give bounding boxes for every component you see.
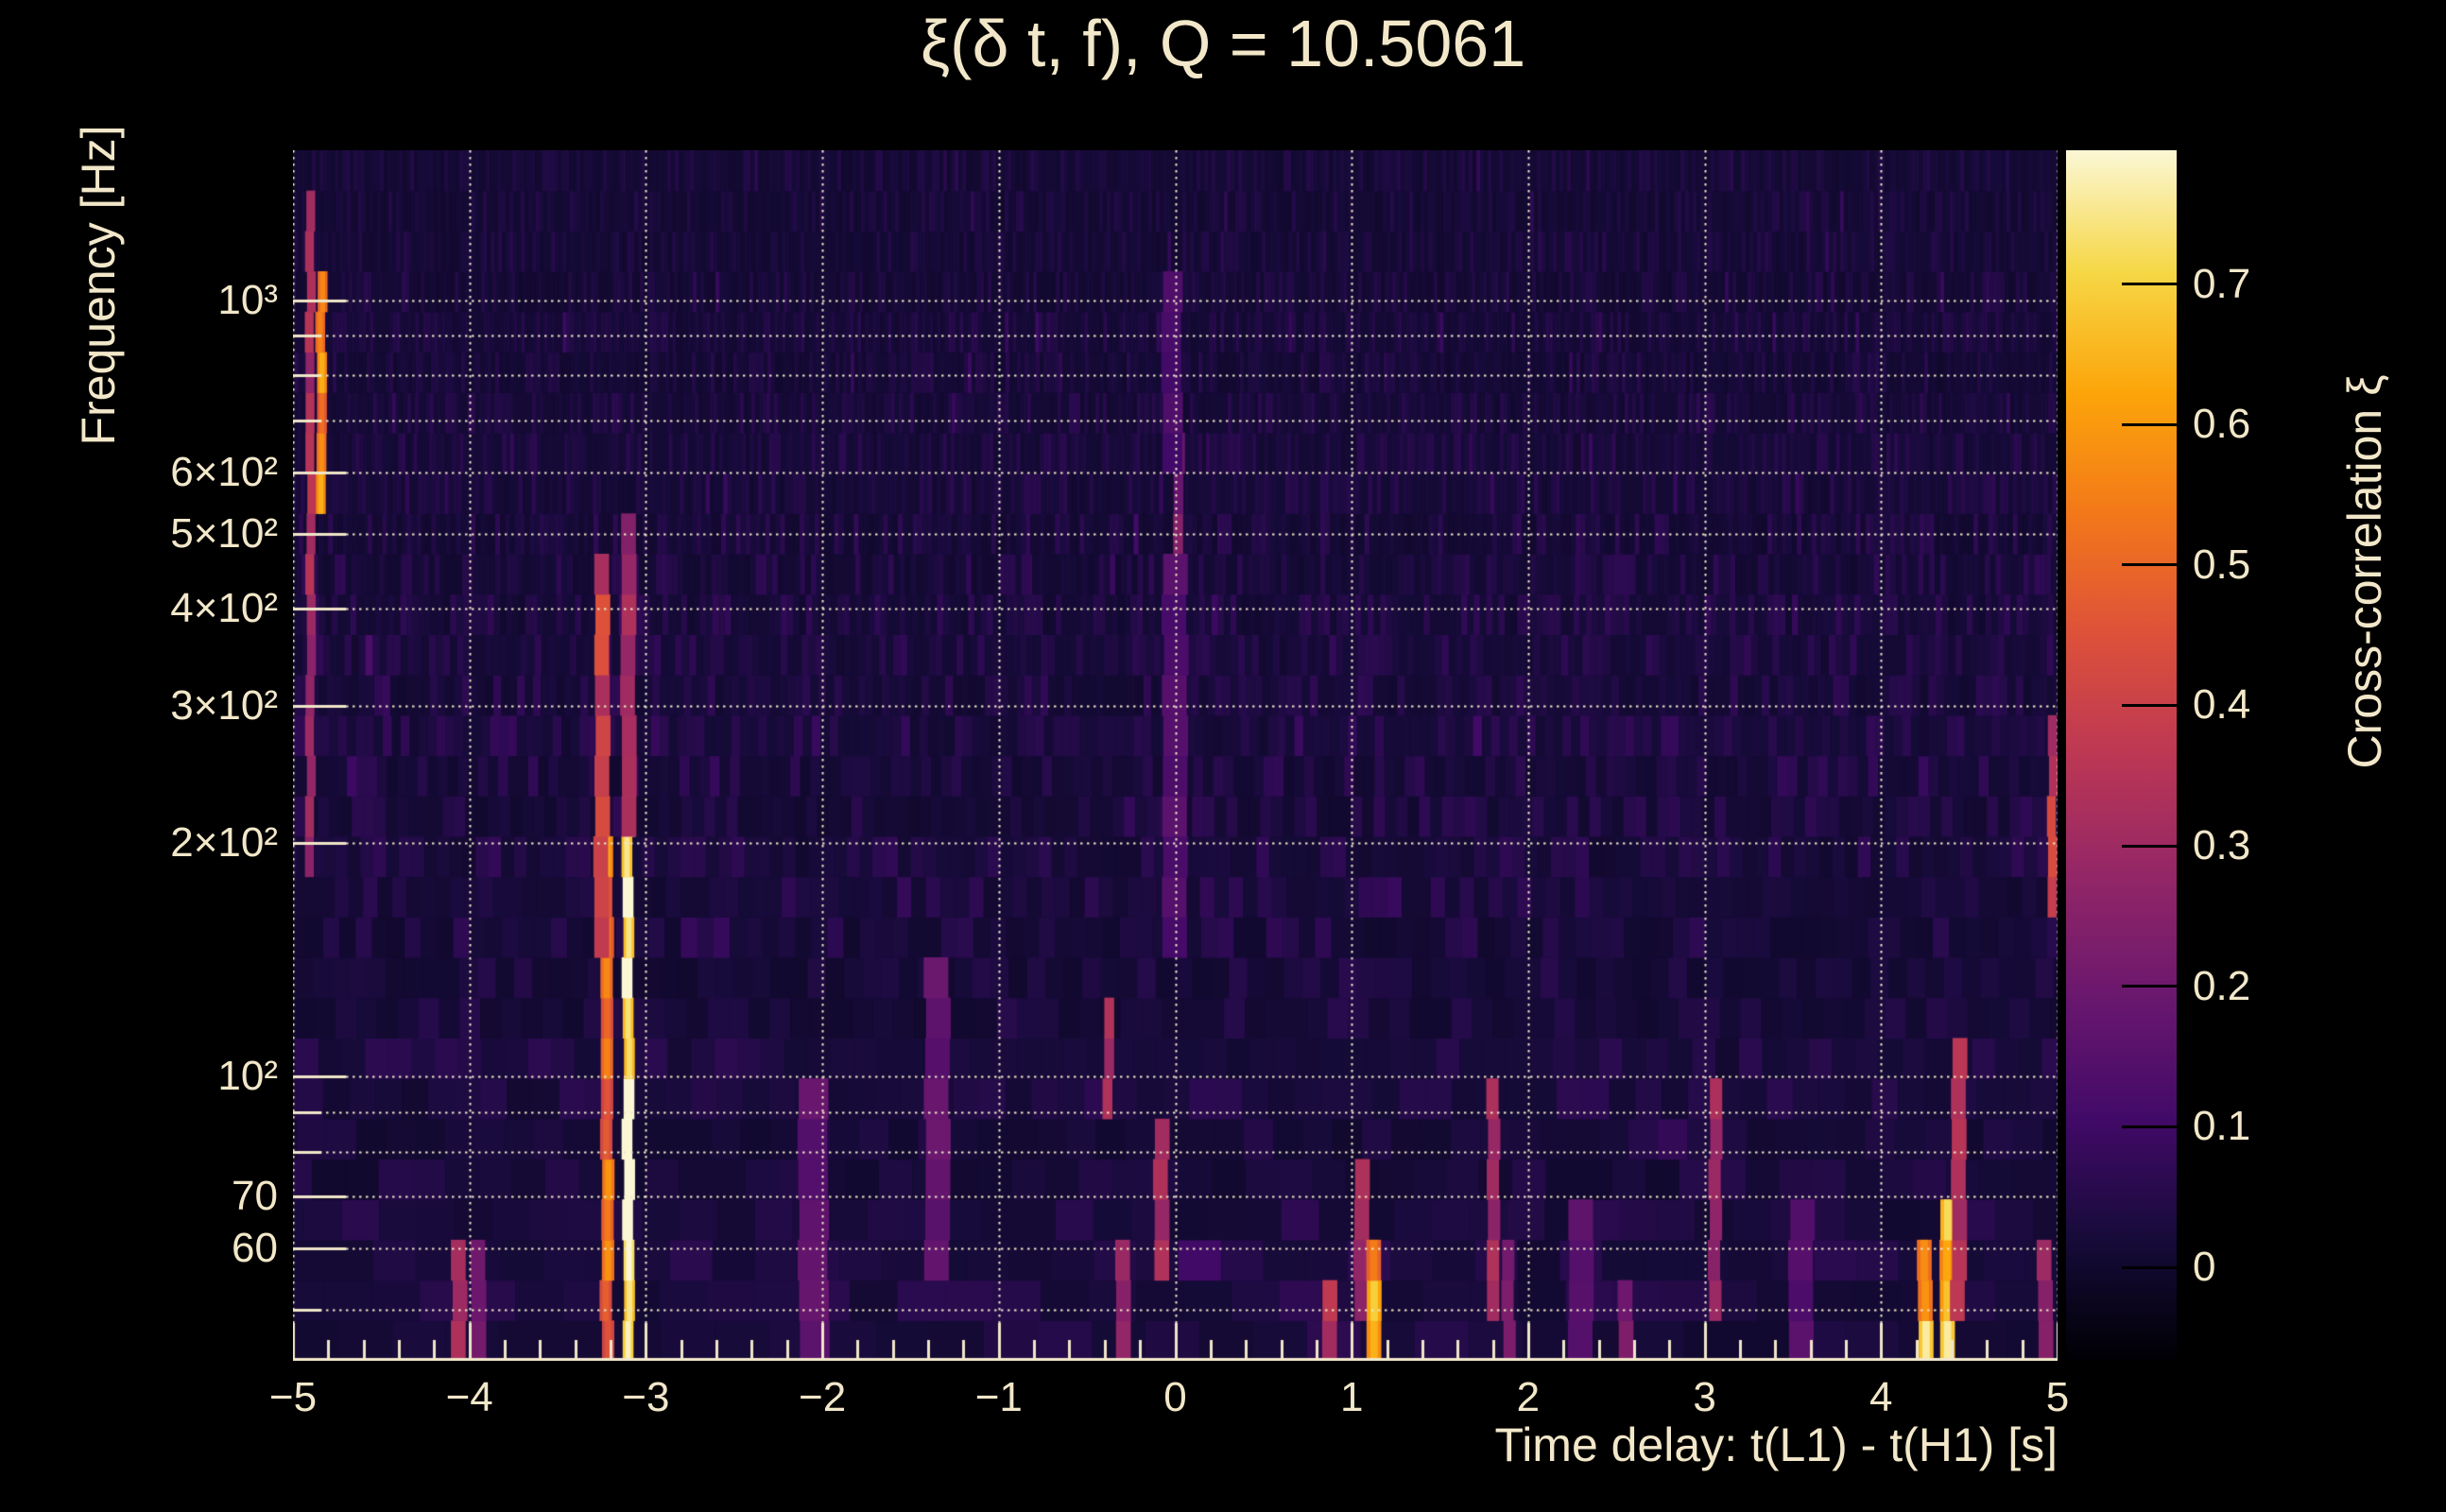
y-tick-label: 4×10² — [170, 585, 278, 632]
colorbar-tick-label: 0.5 — [2193, 541, 2251, 588]
colorbar-tick — [2122, 422, 2177, 426]
colorbar-tick — [2122, 703, 2177, 707]
heatmap-canvas — [293, 150, 2058, 1361]
x-tick-label: 3 — [1693, 1374, 1716, 1420]
colorbar-tick — [2122, 1125, 2177, 1128]
x-tick-label: 1 — [1339, 1374, 1364, 1420]
colorbar-tick-label: 0.2 — [2193, 962, 2251, 1009]
y-tick-label: 3×10² — [170, 682, 278, 730]
x-axis-title: Time delay: t(L1) - t(H1) [s] — [1494, 1418, 2058, 1471]
colorbar-tick — [2122, 283, 2177, 286]
x-tick-label: −4 — [445, 1374, 493, 1420]
y-tick-label: 10³ — [217, 276, 278, 323]
colorbar-tick — [2122, 985, 2177, 988]
cross-correlation-spectrogram: ξ(δ t, f), Q = 10.5061 Frequency [Hz] Ti… — [0, 0, 2446, 1512]
y-tick-label: 2×10² — [170, 818, 278, 866]
colorbar-tick-label: 0.7 — [2193, 260, 2251, 307]
colorbar-gradient — [2066, 150, 2177, 1361]
y-tick-label: 10² — [217, 1052, 278, 1099]
x-tick-label: 5 — [2045, 1374, 2070, 1420]
y-tick-label: 6×10² — [170, 448, 278, 495]
colorbar-tick — [2122, 1265, 2177, 1269]
colorbar-tick-label: 0.1 — [2193, 1103, 2251, 1150]
x-tick-label: 0 — [1163, 1374, 1187, 1420]
x-tick-label: 2 — [1516, 1374, 1541, 1420]
colorbar-tick-label: 0.3 — [2193, 822, 2251, 869]
x-tick-label: −5 — [268, 1374, 318, 1420]
y-tick-label: 70 — [232, 1173, 278, 1220]
x-tick-label: −1 — [974, 1374, 1023, 1420]
colorbar-tick — [2122, 563, 2177, 567]
y-tick-label: 5×10² — [170, 509, 278, 557]
x-tick-label: 4 — [1869, 1374, 1893, 1420]
x-tick-label: −2 — [799, 1374, 847, 1420]
plot-title: ξ(δ t, f), Q = 10.5061 — [920, 7, 1526, 80]
y-tick-label: 60 — [232, 1225, 278, 1272]
colorbar-tick-label: 0 — [2193, 1244, 2216, 1290]
colorbar-tick-label: 0.4 — [2193, 681, 2251, 729]
colorbar-tick-label: 0.6 — [2193, 401, 2251, 448]
colorbar-tick — [2122, 844, 2177, 848]
x-tick-label: −3 — [622, 1374, 670, 1420]
